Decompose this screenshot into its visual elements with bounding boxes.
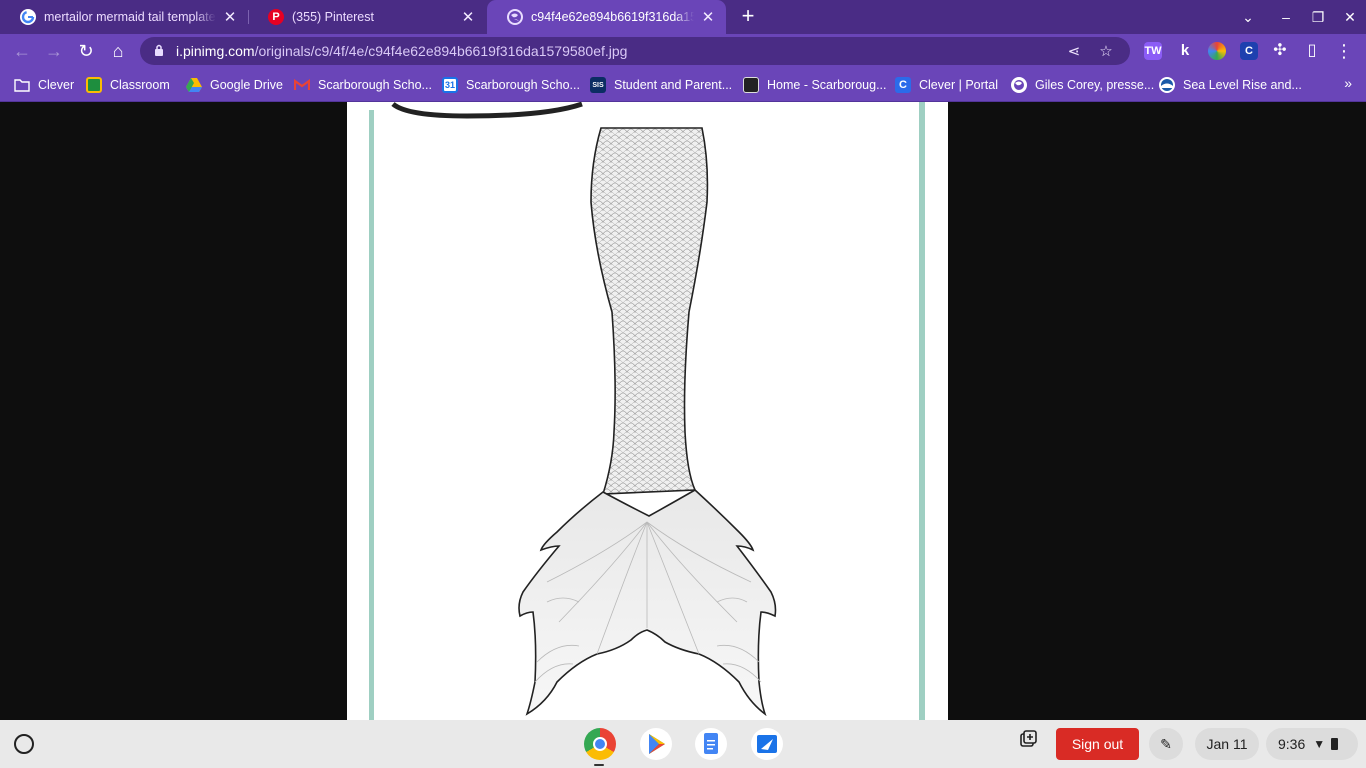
close-window-icon[interactable]: ✕ [1336,4,1364,30]
more-bookmarks-chevron-icon[interactable]: » [1344,75,1352,91]
bookmark-scarborough-gmail[interactable]: Scarborough Scho... [294,75,432,95]
new-tab-button[interactable]: + [736,4,760,28]
bookmark-label: Student and Parent... [614,78,733,92]
bookmark-clever-portal[interactable]: C Clever | Portal [895,75,998,95]
mermaid-tail-drawing [369,102,925,720]
screen-capture-icon[interactable] [1012,728,1044,760]
url-text[interactable]: i.pinimg.com/originals/c9/4f/4e/c94f4e62… [176,43,1054,59]
url-host: i.pinimg.com [176,43,255,59]
calendar-icon: 31 [442,77,458,93]
forward-arrow-icon[interactable]: → [42,39,66,63]
active-app-indicator [594,764,604,766]
tab-mertailor-search[interactable]: mertailor mermaid tail template ✕ [0,0,248,34]
sis-icon: SIS [590,77,606,93]
stylus-pen-icon[interactable]: ✎ [1149,728,1183,760]
tail-body [590,127,709,495]
chrome-icon[interactable] [584,728,616,760]
tab-strip: mertailor mermaid tail template ✕ P (355… [0,0,1366,34]
kami-extension-icon[interactable]: k [1176,42,1194,60]
left-border-stripe [369,110,374,720]
tab-image-active[interactable]: c94f4e62e894b6619f316da1579580ef.jpg ✕ [487,0,726,34]
close-tab-icon[interactable]: ✕ [700,8,716,26]
date-button[interactable]: Jan 11 [1195,728,1259,760]
pinterest-icon: P [268,9,284,25]
share-icon[interactable]: ⋖ [1062,42,1086,60]
bookmark-sea-level-rise[interactable]: Sea Level Rise and... [1159,75,1302,95]
google-g-icon [20,9,36,25]
bookmark-label: Clever [38,78,75,92]
classroom-share-icon[interactable] [751,728,783,760]
google-docs-icon[interactable] [695,728,727,760]
battery-icon [1331,738,1339,750]
bookmark-giles-corey[interactable]: Giles Corey, presse... [1011,75,1154,95]
tab-title: (355) Pinterest [292,10,374,24]
bookmark-classroom[interactable]: Classroom [86,75,170,95]
browser-toolbar: ← → ↻ ⌂ i.pinimg.com/originals/c9/4f/4e/… [0,34,1366,68]
lock-icon [154,44,168,59]
bookmark-clever-folder[interactable]: Clever [14,75,74,95]
google-drive-icon [186,77,202,93]
menu-kebab-icon[interactable]: ⋮ [1332,39,1356,63]
side-panel-icon[interactable]: ▯ [1300,39,1324,63]
bookmark-label: Google Drive [210,78,283,92]
launcher-icon[interactable] [14,734,34,754]
noaa-icon [1159,77,1175,93]
tab-title: mertailor mermaid tail template [44,10,216,24]
bookmark-label: Giles Corey, presse... [1035,78,1155,92]
bookmark-google-drive[interactable]: Google Drive [186,75,283,95]
bookmarks-bar: Clever Classroom Google Drive Scarboroug… [0,68,1366,102]
clock-time: 9:36 [1278,736,1306,752]
gmail-icon [294,77,310,93]
close-tab-icon[interactable]: ✕ [460,8,476,26]
home-icon[interactable]: ⌂ [106,39,130,63]
system-tray[interactable]: 9:36 ▼ [1266,728,1358,760]
tab-pinterest[interactable]: P (355) Pinterest ✕ [248,0,486,34]
classroom-icon [86,77,102,93]
chromeos-shelf: Sign out ✎ Jan 11 9:36 ▼ [0,720,1366,768]
bookmark-label: Scarborough Scho... [318,78,432,92]
bookmark-label: Classroom [110,78,170,92]
decorative-swirl [391,102,583,119]
bookmark-label: Sea Level Rise and... [1183,78,1302,92]
bookmark-label: Clever | Portal [919,78,998,92]
school-logo-icon [743,77,759,93]
back-arrow-icon[interactable]: ← [10,39,34,63]
bookmark-star-icon[interactable]: ☆ [1094,42,1118,60]
sign-out-button[interactable]: Sign out [1056,728,1139,760]
right-border-stripe [919,102,925,720]
bookmark-label: Home - Scarboroug... [767,78,887,92]
clever-extension-icon[interactable]: C [1240,42,1258,60]
extensions-puzzle-icon[interactable]: ✣ [1268,39,1292,63]
play-store-icon[interactable] [640,728,672,760]
wifi-icon: ▼ [1313,737,1326,751]
close-tab-icon[interactable]: ✕ [222,8,238,26]
address-bar[interactable]: i.pinimg.com/originals/c9/4f/4e/c94f4e62… [140,37,1130,65]
tab-search-chevron-icon[interactable]: ⌄ [1234,4,1262,30]
globe-icon [1011,77,1027,93]
globe-icon [507,9,523,25]
minimize-icon[interactable]: – [1272,4,1300,30]
mermaid-tail-template-image [347,102,948,720]
url-path: /originals/c9/4f/4e/c94f4e62e894b6619f31… [254,43,628,59]
bookmark-scarborough-calendar[interactable]: 31 Scarborough Scho... [442,75,580,95]
clever-icon: C [895,77,911,93]
folder-icon [14,77,30,93]
tw-extension-icon[interactable]: TW [1144,42,1162,60]
bookmark-student-parent[interactable]: SIS Student and Parent... [590,75,732,95]
reload-icon[interactable]: ↻ [74,39,98,63]
page-viewport [0,102,1366,720]
bookmark-home-scarborough[interactable]: Home - Scarboroug... [743,75,887,95]
color-extension-icon[interactable] [1208,42,1226,60]
bookmark-label: Scarborough Scho... [466,78,580,92]
restore-window-icon[interactable]: ❐ [1304,4,1332,30]
tab-title: c94f4e62e894b6619f316da1579580ef.jpg [531,10,694,24]
